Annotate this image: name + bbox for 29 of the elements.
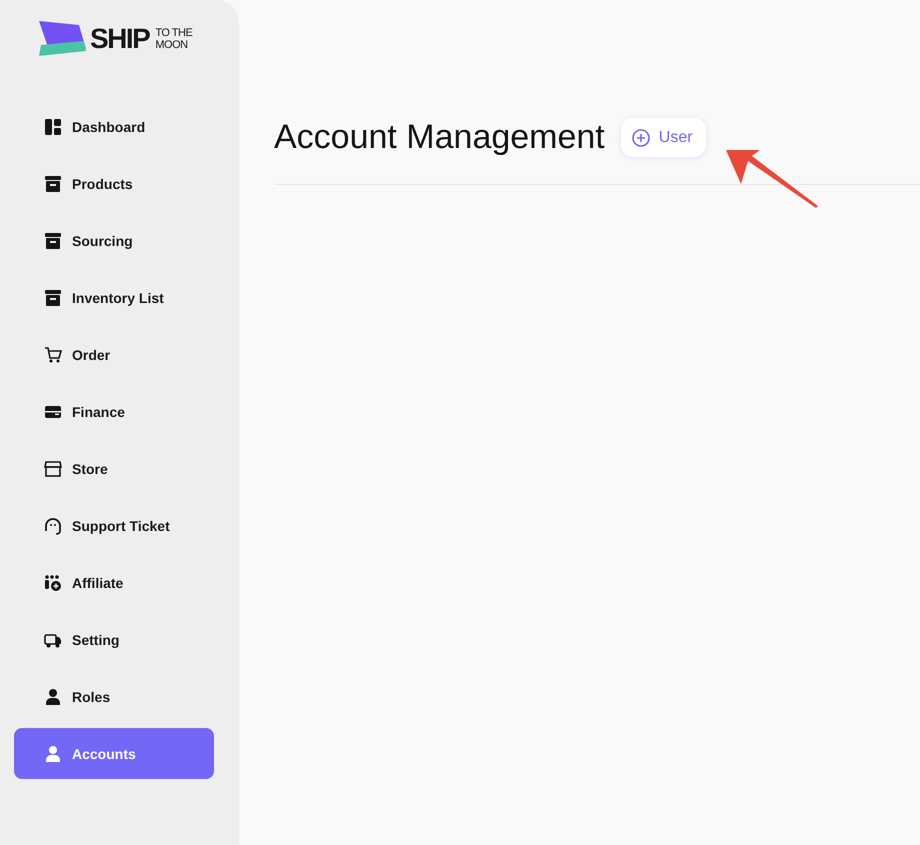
person-icon <box>44 744 62 762</box>
group-add-icon <box>44 574 62 592</box>
sidebar-item[interactable]: Dashboard <box>14 101 214 152</box>
person-icon <box>44 688 62 706</box>
sidebar-item[interactable]: Inventory List <box>14 272 214 323</box>
cart-icon <box>44 346 62 364</box>
store-icon <box>44 460 62 478</box>
page-title: Account Management <box>274 118 605 157</box>
archive-box-icon <box>44 288 62 306</box>
sidebar-item[interactable]: Finance <box>14 386 214 437</box>
logo-text: TO THE <box>155 27 192 39</box>
headset-icon <box>44 516 62 534</box>
sidebar-item[interactable]: Roles <box>14 671 214 722</box>
sidebar-item[interactable]: Setting <box>14 614 214 665</box>
sidebar-item[interactable]: Affiliate <box>14 557 214 608</box>
sidebar-item[interactable]: Products <box>14 158 214 209</box>
archive-box-icon <box>44 232 62 250</box>
sidebar-item[interactable]: Accounts <box>14 728 214 779</box>
add-user-button[interactable]: User <box>620 118 706 157</box>
dashboard-icon <box>44 118 62 136</box>
sidebar-item[interactable]: Sourcing <box>14 215 214 266</box>
archive-box-icon <box>44 174 62 192</box>
logo-icon <box>39 21 87 57</box>
logo-text: SHIP <box>90 24 150 54</box>
plus-circle-icon <box>632 128 650 146</box>
sidebar-item[interactable]: Support Ticket <box>14 500 214 551</box>
logo-text: MOON <box>155 39 189 51</box>
sidebar-item[interactable]: Order <box>14 329 214 380</box>
sidebar-item[interactable]: Store <box>14 443 214 494</box>
